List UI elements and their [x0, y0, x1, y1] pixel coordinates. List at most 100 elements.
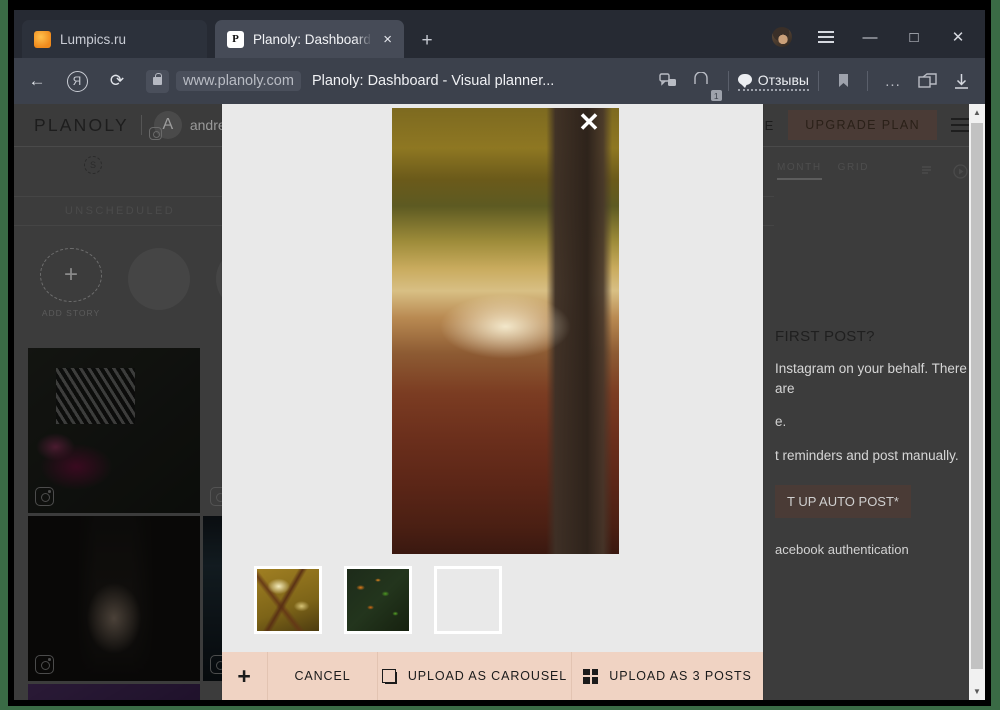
reload-button[interactable]: ⟳ [100, 64, 134, 98]
tab-grid[interactable]: GRID [838, 162, 869, 180]
info-panel-tabs: MONTH GRID [775, 162, 971, 188]
button-label: UPLOAD AS 3 POSTS [609, 669, 752, 683]
info-note: acebook authentication [775, 542, 909, 558]
image-preview[interactable] [392, 108, 619, 554]
tab-planoly[interactable]: P Planoly: Dashboard - Vis × [215, 20, 404, 58]
new-tab-button[interactable]: + [414, 28, 440, 54]
account-initial: A [162, 116, 174, 133]
reviews-label: Отзывы [757, 71, 809, 88]
avatar: A [148, 111, 182, 140]
info-heading: FIRST POST? [775, 328, 875, 345]
speech-bubble-icon [737, 74, 752, 88]
divider [727, 71, 729, 91]
page-viewport: PLANOLY A andre CONTINUE UPGRADE PLAN [14, 104, 985, 700]
scroll-down-arrow[interactable]: ▼ [969, 683, 985, 700]
instagram-icon [35, 487, 54, 506]
divider [867, 71, 868, 91]
translate-glyph [659, 73, 676, 86]
translate-icon[interactable] [653, 64, 683, 98]
lock-icon [146, 69, 169, 93]
plus-icon: + [40, 248, 102, 302]
collections-icon[interactable] [911, 64, 943, 98]
app-menu-icon[interactable] [951, 118, 971, 132]
tool-stories[interactable]: S STORIES [14, 154, 172, 190]
tool-label: STORIES [68, 179, 118, 190]
address-bar: ← Я ⟳ www.planoly.com Planoly: Dashboard… [14, 58, 985, 104]
info-paragraph-1b: e. [775, 414, 787, 430]
cancel-button[interactable]: CANCEL [268, 652, 378, 700]
add-more-button[interactable]: + [222, 652, 268, 700]
scrollbar-thumb[interactable] [971, 123, 983, 669]
upgrade-plan-button[interactable]: UPGRADE PLAN [788, 110, 937, 140]
tab-label: Lumpics.ru [60, 31, 127, 47]
close-window-button[interactable]: ✕ [937, 20, 979, 54]
tab-lumpics[interactable]: Lumpics.ru [22, 20, 207, 58]
avatar [772, 27, 792, 47]
close-modal-button[interactable]: ✕ [574, 108, 604, 138]
thumbnail-leaves[interactable] [344, 566, 412, 634]
notifications-icon[interactable]: 1 [685, 64, 722, 101]
instagram-icon [148, 127, 162, 140]
yandex-icon: Я [66, 70, 88, 92]
yandex-button[interactable]: Я [60, 64, 94, 98]
add-story-button[interactable]: + ADD STORY [40, 248, 102, 318]
planoly-logo: PLANOLY [34, 114, 129, 135]
minimize-button[interactable]: — [849, 20, 891, 54]
reviews-label-wrap: Отзывы [737, 71, 809, 91]
info-paragraph-1: Instagram on your behalf. There are [775, 361, 967, 396]
account-switcher[interactable]: A andre [148, 111, 226, 140]
section-unscheduled: UNSCHEDULED [64, 205, 176, 217]
thumbnail-canopy[interactable] [254, 566, 322, 634]
thumbnail-strip [254, 566, 502, 634]
grid-item-butterfly[interactable] [28, 348, 200, 513]
instagram-icon [35, 655, 54, 674]
stories-icon: S [84, 154, 102, 176]
browser-menu-button[interactable] [805, 20, 847, 54]
account-name: andre [189, 117, 226, 133]
bookmark-icon[interactable] [828, 64, 858, 98]
upload-as-carousel-button[interactable]: UPLOAD AS CAROUSEL [378, 652, 572, 700]
info-paragraph-2: t reminders and post manually. [775, 447, 959, 463]
upload-as-posts-button[interactable]: UPLOAD AS 3 POSTS [572, 652, 763, 700]
vertical-scrollbar[interactable]: ▲ ▼ [969, 104, 985, 700]
carousel-icon [381, 668, 397, 684]
download-icon[interactable] [945, 64, 977, 98]
maximize-button[interactable]: □ [893, 20, 935, 54]
desktop-edge-right [991, 0, 1000, 710]
notification-count: 1 [710, 90, 722, 101]
back-button[interactable]: ← [20, 64, 54, 98]
divider [140, 115, 142, 135]
add-story-label: ADD STORY [41, 308, 101, 318]
reviews-button[interactable]: Отзывы [737, 64, 809, 98]
planoly-p-icon: P [227, 30, 244, 48]
grid-item-purple[interactable] [28, 684, 200, 700]
thumbnail-dog[interactable] [434, 566, 502, 634]
page-title: Planoly: Dashboard - Visual planner... [311, 73, 555, 89]
bell-glyph [694, 72, 708, 84]
window-controls: — □ ✕ [761, 20, 979, 54]
url-text: www.planoly.com [176, 71, 301, 91]
profile-avatar[interactable] [761, 20, 803, 54]
info-panel-icons [919, 162, 969, 180]
overflow-menu-button[interactable]: ... [877, 64, 909, 98]
url-box[interactable]: www.planoly.com [146, 69, 301, 93]
collections-glyph [917, 72, 937, 88]
notes-icon[interactable] [919, 162, 937, 180]
address-bar-actions: 1 Отзывы ... [653, 64, 985, 101]
hamburger-icon [818, 31, 834, 43]
scroll-up-arrow[interactable]: ▲ [969, 104, 985, 121]
info-panel-body: FIRST POST? Instagram on your behalf. Th… [775, 188, 971, 557]
download-glyph [954, 73, 968, 89]
button-label: UPLOAD AS CAROUSEL [407, 669, 568, 683]
desktop-edge-left [0, 0, 8, 710]
info-panel: MONTH GRID FIRST POST? Instagram on your… [775, 148, 971, 700]
story-placeholder[interactable] [128, 248, 190, 318]
play-icon[interactable] [951, 162, 969, 180]
grid-item-road[interactable] [28, 516, 200, 681]
setup-auto-post-button[interactable]: T UP AUTO POST* [775, 485, 911, 519]
grid-icon [583, 668, 599, 684]
tab-strip: Lumpics.ru P Planoly: Dashboard - Vis × … [14, 10, 985, 58]
tab-month[interactable]: MONTH [777, 162, 822, 180]
desktop-edge-bottom [0, 706, 1000, 710]
tab-close-icon[interactable]: × [383, 32, 392, 47]
